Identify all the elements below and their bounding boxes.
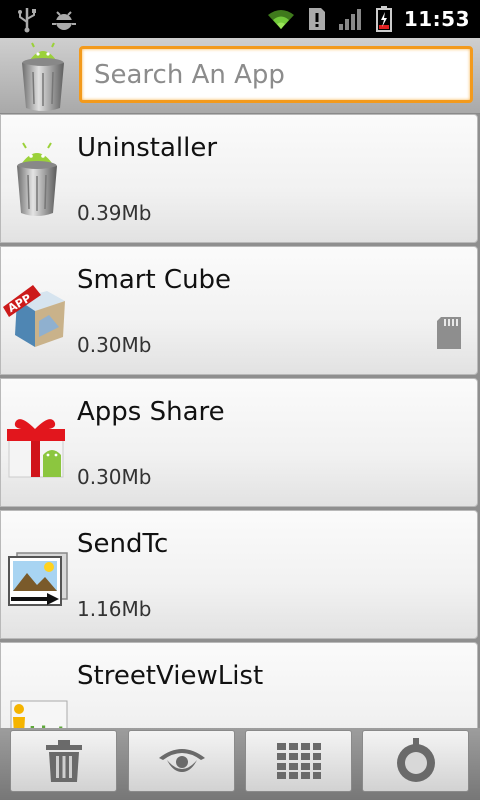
list-item[interactable]: Apps Share 0.30Mb (0, 378, 478, 507)
status-time: 11:53 (403, 7, 470, 31)
alert-icon (308, 8, 325, 30)
streetviewlist-icon: List (10, 700, 68, 728)
apps-share-icon (7, 419, 65, 478)
search-input[interactable] (82, 49, 470, 100)
list-item[interactable]: Uninstaller 0.39Mb (0, 114, 478, 243)
settings-button[interactable] (362, 730, 469, 792)
delete-button[interactable] (10, 730, 117, 792)
app-name: Apps Share (77, 397, 225, 427)
app-size: 0.39Mb (77, 201, 152, 225)
sd-card-icon (437, 317, 461, 349)
trash-icon (45, 740, 82, 782)
app-name: Uninstaller (77, 133, 218, 163)
grid-button[interactable] (245, 730, 352, 792)
app-name: StreetViewList (77, 661, 264, 691)
android-debug-icon (52, 11, 76, 30)
app-name: Smart Cube (77, 265, 232, 295)
bottom-toolbar (0, 728, 480, 800)
app-header (0, 38, 480, 114)
grid-icon (276, 743, 321, 779)
usb-icon (18, 8, 36, 33)
wifi-icon (267, 10, 294, 29)
uninstaller-icon (17, 142, 57, 216)
smart-cube-icon: APP (3, 285, 65, 347)
list-item[interactable]: List StreetViewList (0, 642, 478, 728)
signal-icon (338, 9, 361, 30)
list-item[interactable]: SendTc 1.16Mb (0, 510, 478, 639)
search-box[interactable] (79, 46, 473, 103)
eye-icon (158, 749, 205, 772)
view-button[interactable] (128, 730, 235, 792)
app-name: SendTc (77, 529, 169, 559)
app-size: 0.30Mb (77, 465, 152, 489)
sendtc-icon (8, 552, 68, 606)
app-size: 0.30Mb (77, 333, 152, 357)
status-bar: 11:53 (0, 0, 480, 38)
app-size: 1.16Mb (77, 597, 152, 621)
list-item[interactable]: APP Smart Cube 0.30Mb (0, 246, 478, 375)
app-list[interactable]: Uninstaller 0.39Mb APP Smart Cube 0.30Mb (0, 114, 480, 728)
settings-ring-icon (396, 738, 435, 782)
trash-can-android-icon[interactable] (18, 42, 68, 112)
battery-charging-icon (375, 6, 392, 32)
